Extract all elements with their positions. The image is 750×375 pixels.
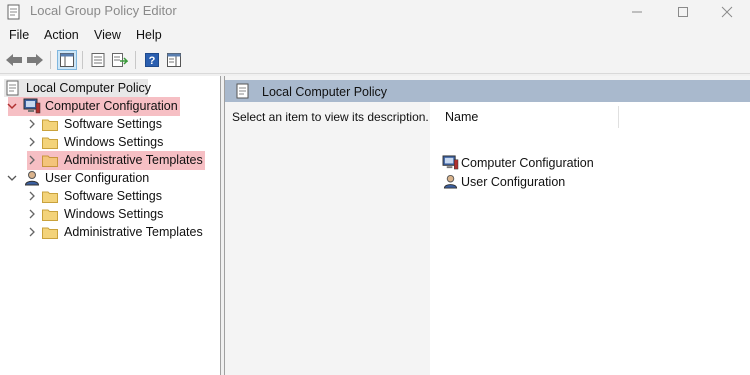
minimize-icon [632, 11, 642, 13]
folder-icon [42, 191, 58, 203]
tree-item-uc-software-settings[interactable]: Software Settings [0, 187, 221, 205]
close-button[interactable] [704, 0, 750, 24]
tree-label: Software Settings [64, 189, 162, 203]
chevron-right-icon[interactable] [27, 227, 37, 237]
menu-action[interactable]: Action [44, 28, 79, 42]
export-list-button[interactable] [110, 50, 130, 70]
tree-label: Windows Settings [64, 135, 164, 149]
column-header-name[interactable]: Name [445, 110, 478, 124]
list-item-computer-configuration[interactable]: Computer Configuration [442, 154, 742, 172]
tree-item-cc-windows-settings[interactable]: Windows Settings [0, 133, 221, 151]
chevron-right-icon[interactable] [27, 119, 37, 129]
chevron-down-icon[interactable] [7, 101, 17, 111]
tree-label: User Configuration [45, 171, 150, 185]
chevron-right-icon[interactable] [27, 191, 37, 201]
menu-help[interactable]: Help [136, 28, 162, 42]
tree-label: Computer Configuration [45, 99, 178, 113]
policy-document-icon [6, 80, 19, 96]
help-button[interactable]: ? [142, 50, 162, 70]
show-hide-console-tree-button[interactable] [57, 50, 77, 70]
menu-bar: File Action View Help [0, 24, 750, 46]
maximize-icon [678, 7, 688, 17]
tree-item-cc-administrative-templates[interactable]: Administrative Templates [0, 151, 221, 169]
computer-icon [23, 98, 41, 114]
chevron-right-icon[interactable] [27, 155, 37, 165]
properties-button[interactable] [88, 50, 108, 70]
description-text: Select an item to view its description. [232, 110, 429, 124]
user-icon [24, 171, 40, 186]
folder-icon [42, 227, 58, 239]
details-header-title: Local Computer Policy [262, 85, 388, 99]
tree-item-user-configuration[interactable]: User Configuration [0, 169, 221, 187]
details-pane: Local Computer Policy Select an item to … [224, 76, 750, 375]
folder-icon [42, 155, 58, 167]
back-button[interactable] [4, 50, 24, 70]
tree-label: Software Settings [64, 117, 162, 131]
tree-label: Administrative Templates [64, 225, 203, 239]
title-bar: Local Group Policy Editor [0, 0, 750, 24]
tree-label: Windows Settings [64, 207, 164, 221]
list-item-label: User Configuration [461, 175, 566, 189]
tree-item-uc-administrative-templates[interactable]: Administrative Templates [0, 223, 221, 241]
user-icon [443, 174, 458, 189]
menu-file[interactable]: File [9, 28, 29, 42]
column-divider[interactable] [618, 106, 619, 128]
export-list-icon [112, 53, 128, 67]
details-header: Local Computer Policy [225, 80, 750, 102]
minimize-button[interactable] [614, 0, 660, 24]
show-hide-action-pane-icon [167, 53, 181, 67]
toolbar-separator [82, 51, 83, 69]
computer-icon [442, 155, 459, 170]
properties-icon [91, 53, 105, 67]
folder-icon [42, 137, 58, 149]
tree-item-uc-windows-settings[interactable]: Windows Settings [0, 205, 221, 223]
list-item-label: Computer Configuration [461, 156, 594, 170]
list-item-user-configuration[interactable]: User Configuration [442, 173, 742, 191]
show-hide-action-pane-button[interactable] [164, 50, 184, 70]
tree-label: Administrative Templates [64, 153, 203, 167]
menu-view[interactable]: View [94, 28, 121, 42]
toolbar-separator [135, 51, 136, 69]
help-icon: ? [145, 53, 159, 67]
policy-document-icon [236, 83, 249, 99]
maximize-button[interactable] [660, 0, 706, 24]
tree-item-computer-configuration[interactable]: Computer Configuration [0, 97, 221, 115]
toolbar-separator [50, 51, 51, 69]
show-hide-console-tree-icon [60, 53, 74, 67]
window-title: Local Group Policy Editor [30, 3, 177, 18]
toolbar: ? [0, 46, 750, 74]
folder-icon [42, 119, 58, 131]
console-tree: Local Computer Policy Computer Configura… [0, 76, 221, 375]
svg-text:?: ? [149, 55, 156, 67]
forward-icon [27, 54, 43, 66]
folder-icon [42, 209, 58, 221]
tree-item-local-computer-policy[interactable]: Local Computer Policy [0, 79, 221, 97]
chevron-right-icon[interactable] [27, 209, 37, 219]
policy-editor-app-icon [7, 4, 20, 20]
back-icon [6, 54, 22, 66]
items-list: Name Computer Configuration User Configu… [430, 102, 750, 375]
close-icon [721, 6, 733, 18]
tree-item-cc-software-settings[interactable]: Software Settings [0, 115, 221, 133]
tree-label: Local Computer Policy [26, 81, 152, 95]
chevron-down-icon[interactable] [7, 173, 17, 183]
forward-button[interactable] [25, 50, 45, 70]
chevron-right-icon[interactable] [27, 137, 37, 147]
